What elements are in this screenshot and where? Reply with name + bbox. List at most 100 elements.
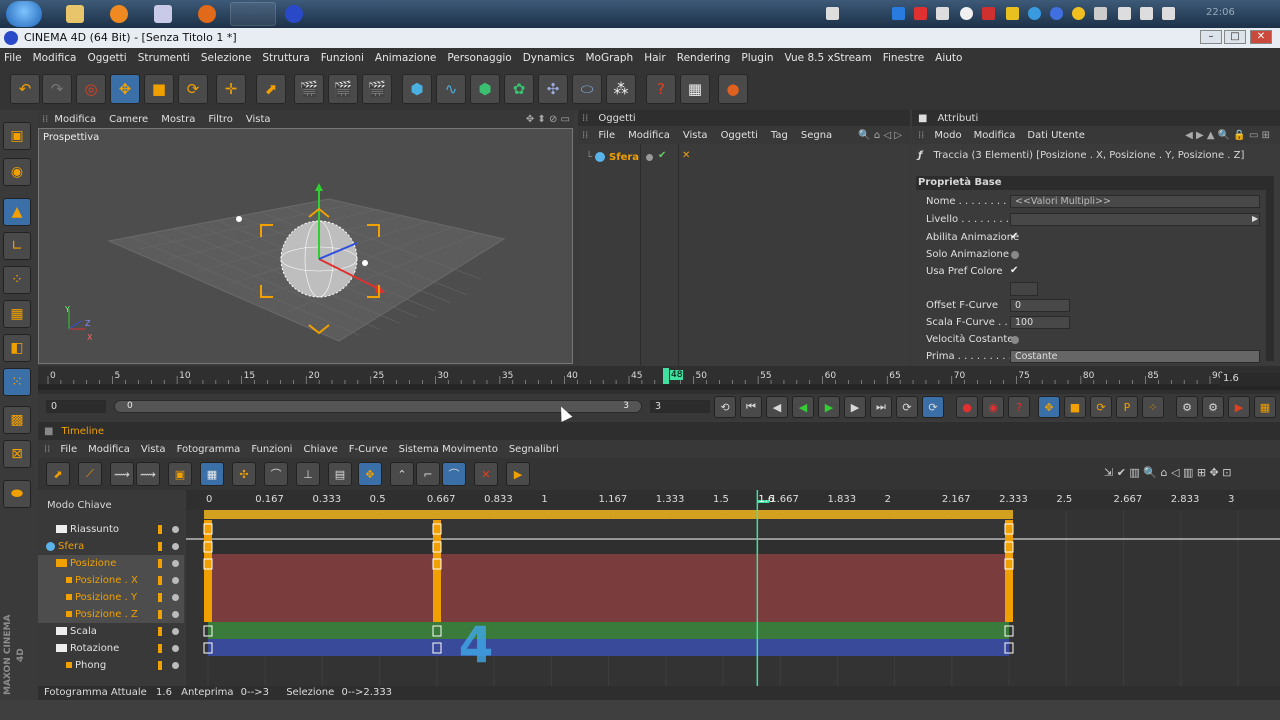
lock-toggle[interactable]	[158, 593, 162, 602]
key-mode-icon[interactable]: ⬈	[46, 462, 70, 486]
prev-key-icon[interactable]: ◀	[766, 396, 788, 418]
move-icon[interactable]: ✥	[110, 74, 140, 104]
enabled-check[interactable]: ✔	[658, 150, 666, 161]
attributes-menu-item[interactable]: Modifica	[974, 130, 1016, 141]
key-param-icon[interactable]: P	[1116, 396, 1138, 418]
preview-range-icon[interactable]: ▶	[506, 462, 530, 486]
menu-item[interactable]: Plugin	[741, 52, 773, 64]
tray-icon[interactable]	[826, 7, 839, 20]
visibility-dot[interactable]	[646, 154, 653, 161]
close-button[interactable]: ✕	[1250, 30, 1272, 44]
visibility-toggle[interactable]	[172, 577, 179, 584]
timeline-menu-item[interactable]: File	[60, 444, 77, 455]
timeline-menu-item[interactable]: Segnalibri	[509, 444, 559, 455]
flag-icon[interactable]	[1118, 7, 1131, 20]
menu-item[interactable]: Finestre	[883, 52, 924, 64]
lock-toggle[interactable]	[158, 525, 162, 534]
menu-item[interactable]: Aiuto	[935, 52, 962, 64]
lock-toggle[interactable]	[158, 542, 162, 551]
visibility-toggle[interactable]	[172, 526, 179, 533]
array-icon[interactable]: ✿	[504, 74, 534, 104]
visibility-toggle[interactable]	[172, 662, 179, 669]
spline-soft-icon[interactable]: ⌒	[442, 462, 466, 486]
menu-item[interactable]: Funzioni	[321, 52, 364, 64]
object-mode-icon[interactable]: ▲	[3, 198, 31, 226]
workplane-icon[interactable]: ⁙	[3, 368, 31, 396]
snap-icon[interactable]: ▩	[3, 406, 31, 434]
visibility-toggle[interactable]	[172, 560, 179, 567]
start-button[interactable]	[6, 1, 42, 27]
object-row-sfera[interactable]: └ Sfera	[586, 150, 639, 164]
render-view-icon[interactable]: 🎬	[294, 74, 324, 104]
viewport-3d[interactable]: Prospettiva Y Z X	[38, 128, 573, 364]
tray-icon[interactable]	[1072, 7, 1085, 20]
loop-icon[interactable]: ⟲	[714, 396, 736, 418]
rotate-icon[interactable]: ⟳	[178, 74, 208, 104]
viewport-menu-item[interactable]: Filtro	[208, 114, 233, 125]
menu-item[interactable]: MoGraph	[585, 52, 633, 64]
delete-key-icon[interactable]: ✕	[474, 462, 498, 486]
ruler-playhead[interactable]	[663, 368, 669, 384]
offset-fcurve-field[interactable]: 0	[1010, 299, 1070, 312]
dopesheet-icon[interactable]: ⟿	[136, 462, 160, 486]
make-editable-icon[interactable]: ▣	[3, 122, 31, 150]
tray-icon[interactable]	[1028, 7, 1041, 20]
menu-item[interactable]: Animazione	[375, 52, 436, 64]
spline-icon[interactable]: ∿	[436, 74, 466, 104]
timeline-tree-row[interactable]: Sfera	[38, 538, 184, 555]
timeline-grid[interactable]: 0 0.167 0.333 0.5 0.667 0.833 1 1.167 1.333 1.5 1.…	[186, 490, 1280, 686]
abilita-animazione-check[interactable]: ✔	[1010, 231, 1018, 242]
timeline-tree-row[interactable]: Riassunto	[38, 521, 184, 538]
attributes-menu-item[interactable]: Modo	[934, 130, 961, 141]
axis-move-icon[interactable]: ✛	[216, 74, 246, 104]
visibility-toggle[interactable]	[172, 645, 179, 652]
folder-icon[interactable]	[66, 5, 84, 23]
menu-item[interactable]: Rendering	[677, 52, 731, 64]
attributes-menu-item[interactable]: Dati Utente	[1027, 130, 1085, 141]
play-icon[interactable]: ▶	[818, 396, 840, 418]
lock-toggle[interactable]	[158, 610, 162, 619]
autokeying-icon[interactable]: ◉	[982, 396, 1004, 418]
help-cursor-icon[interactable]: ?	[646, 74, 676, 104]
lock-toggle[interactable]	[158, 576, 162, 585]
fcurve-mode-icon[interactable]: ⟋	[78, 462, 102, 486]
timeline-menu-item[interactable]: Sistema Movimento	[399, 444, 498, 455]
time-ruler[interactable]: 0 5 10 15 20 25 30 35 40 45 50 55 60 65 70 75 80 85 90 48 …	[38, 366, 1280, 394]
tray-icon[interactable]	[1006, 7, 1019, 20]
menu-item[interactable]: Hair	[644, 52, 666, 64]
menu-item[interactable]: Vue 8.5 xStream	[785, 52, 872, 64]
timing-icon[interactable]: ▤	[328, 462, 352, 486]
render-settings-icon[interactable]: 🎬	[362, 74, 392, 104]
redo-icon[interactable]: ↷	[42, 74, 72, 104]
layout-icon[interactable]: ⊠	[3, 440, 31, 468]
media-player-icon[interactable]	[110, 5, 128, 23]
record-icon[interactable]: ●	[956, 396, 978, 418]
objects-menu-item[interactable]: Vista	[683, 130, 708, 141]
menu-item[interactable]: File	[4, 52, 22, 64]
nome-field[interactable]: <<Valori Multipli>>	[1010, 195, 1260, 208]
autokey-icon[interactable]: ⟳	[922, 396, 944, 418]
key-move-icon[interactable]: ✥	[1038, 396, 1060, 418]
curve-icon[interactable]: ⌒	[264, 462, 288, 486]
render-picture-icon[interactable]: 🎬	[328, 74, 358, 104]
key-scale-icon[interactable]: ■	[1064, 396, 1086, 418]
velocita-costante-check[interactable]	[1011, 336, 1019, 344]
model-tool-icon[interactable]: ◉	[3, 158, 31, 186]
next-key-icon[interactable]: ▶	[844, 396, 866, 418]
visibility-toggle[interactable]	[172, 594, 179, 601]
spline-linear-icon[interactable]: ⌃	[390, 462, 414, 486]
menu-item[interactable]: Dynamics	[523, 52, 575, 64]
scale-icon[interactable]: ■	[144, 74, 174, 104]
timeline-layout-icon[interactable]: ▦	[1254, 396, 1276, 418]
tray-icon[interactable]	[1050, 7, 1063, 20]
attr-scrollbar[interactable]	[1266, 176, 1274, 361]
table-icon[interactable]: ▦	[680, 74, 710, 104]
lock-key-icon[interactable]: ✥	[358, 462, 382, 486]
objects-menu-item[interactable]: Modifica	[628, 130, 670, 141]
coord-system-icon[interactable]: ⬈	[256, 74, 286, 104]
livello-arrow[interactable]: ▶	[1252, 214, 1258, 223]
visibility-toggle[interactable]	[172, 543, 179, 550]
go-to-start-icon[interactable]: ⏮	[740, 396, 762, 418]
objects-menu-item[interactable]: Oggetti	[721, 130, 758, 141]
tray-icon[interactable]	[936, 7, 949, 20]
